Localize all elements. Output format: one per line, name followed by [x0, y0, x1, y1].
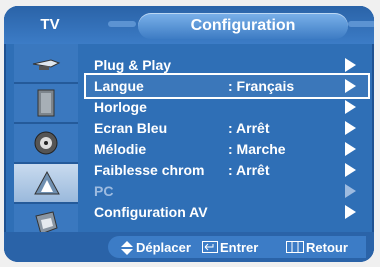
menu-item-value: : Arrêt — [228, 162, 270, 178]
help-enter-label: Entrer — [220, 240, 259, 255]
help-back-label: Retour — [306, 240, 348, 255]
menu-item-label: Ecran Bleu — [94, 120, 168, 136]
antenna-icon — [32, 59, 61, 70]
menu-panel: TV Configuration Plug & Play Langue: Fr… — [4, 6, 374, 262]
menu-item-label: Langue — [94, 78, 144, 94]
menu-item-label: Plug & Play — [94, 57, 172, 73]
chevron-right-icon — [345, 205, 356, 219]
menu-item-value: : Arrêt — [228, 120, 270, 136]
enter-icon — [202, 241, 218, 253]
sidebar-item-setup[interactable] — [14, 164, 78, 204]
chevron-right-icon — [345, 79, 356, 93]
menu-item-ecran-bleu[interactable]: Ecran Bleu : Arrêt — [86, 117, 368, 139]
menu-item-label: PC — [94, 183, 114, 199]
speaker-icon — [37, 89, 55, 117]
menu-item-pc[interactable]: PC — [86, 180, 368, 202]
chevron-right-icon — [345, 58, 356, 72]
menu-item-melodie[interactable]: Mélodie : Marche — [86, 138, 368, 160]
help-move-label: Déplacer — [136, 240, 191, 255]
menu-item-label: Horloge — [94, 99, 147, 115]
menu-title: Configuration — [190, 17, 296, 34]
sidebar-item-input[interactable] — [14, 44, 78, 84]
tv-label: TV — [40, 16, 60, 33]
menu-item-faiblesse-chrom[interactable]: Faiblesse chrom : Arrêt — [86, 159, 368, 181]
help-bar: Déplacer Entrer Retour — [4, 232, 374, 262]
menu-item-value: : Marche — [228, 141, 286, 157]
vcr-icon — [34, 131, 58, 155]
title-deco-right — [348, 21, 374, 27]
menu-item-configuration-av[interactable]: Configuration AV — [86, 201, 368, 223]
sidebar-item-picture[interactable] — [14, 84, 78, 124]
sidebar-item-sound[interactable] — [14, 124, 78, 164]
chevron-right-icon — [345, 163, 356, 177]
category-sidebar — [14, 44, 78, 244]
chevron-right-icon — [345, 142, 356, 156]
menu-item-horloge[interactable]: Horloge — [86, 96, 368, 118]
menu-icon — [286, 241, 304, 253]
menu-item-plug-and-play[interactable]: Plug & Play — [86, 54, 368, 76]
chevron-right-icon — [345, 121, 356, 135]
menu-item-langue[interactable]: Langue : Français — [84, 73, 370, 99]
menu-item-label: Configuration AV — [94, 204, 208, 220]
title-bar: TV Configuration — [4, 6, 374, 44]
menu-item-label: Faiblesse chrom — [94, 162, 205, 178]
up-down-arrow-icon — [121, 241, 133, 255]
settings-icon — [34, 170, 60, 195]
menu-item-value: : Français — [228, 78, 295, 94]
title-deco-left — [108, 21, 136, 27]
chevron-right-icon — [345, 100, 356, 114]
osd-screen: TV Configuration Plug & Play Langue: Fr… — [0, 0, 380, 267]
chevron-right-icon — [345, 184, 356, 198]
menu-item-label: Mélodie — [94, 141, 147, 157]
